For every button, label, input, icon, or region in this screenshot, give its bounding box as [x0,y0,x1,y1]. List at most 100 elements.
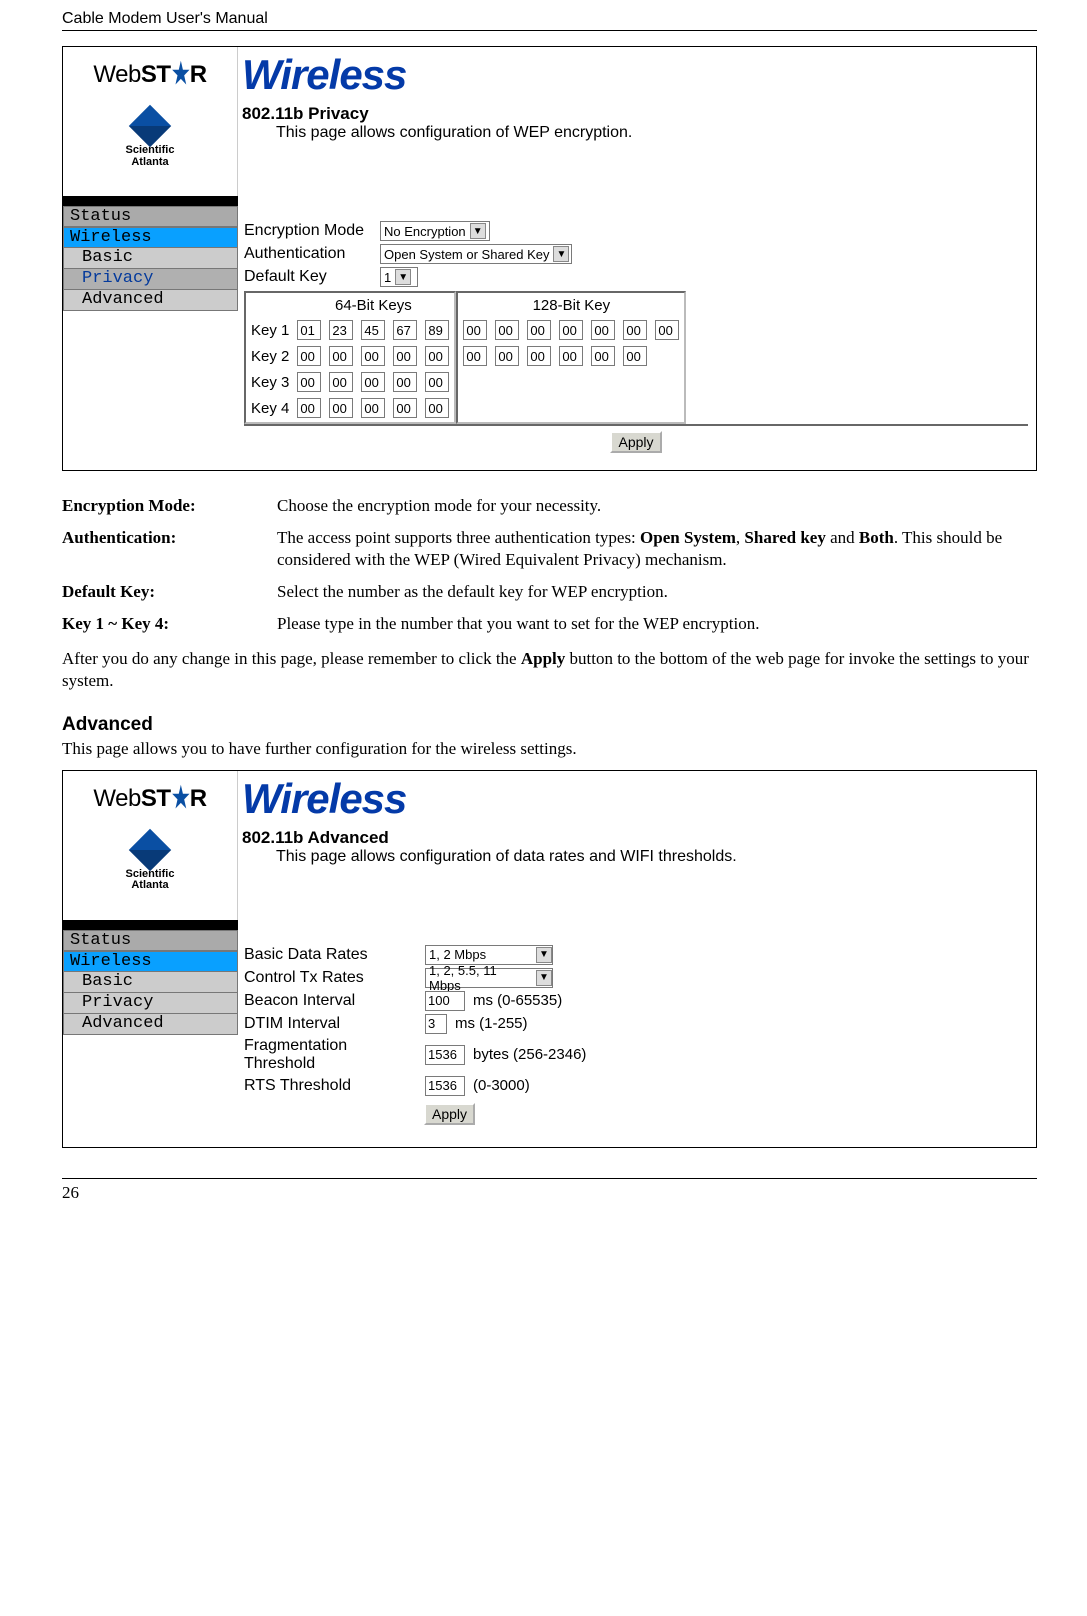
chevron-down-icon: ▼ [536,970,552,986]
nav-basic[interactable]: Basic [63,972,238,993]
keys-128bit-table: 128-Bit Key 00 00 00 00 00 00 00 00 00 0… [456,291,686,424]
rts-threshold-label: RTS Threshold [244,1077,419,1095]
key4-64-5[interactable]: 00 [425,398,449,418]
chevron-down-icon: ▼ [536,947,552,963]
key2-128-3[interactable]: 00 [527,346,551,366]
beacon-interval-input[interactable]: 100 [425,991,465,1011]
nav-privacy[interactable]: Privacy [63,269,238,290]
def-term-keys14: Key 1 ~ Key 4: [62,613,277,635]
key4-64-2[interactable]: 00 [329,398,353,418]
key2-64-2[interactable]: 00 [329,346,353,366]
key1-128-7[interactable]: 00 [655,320,679,340]
nav-advanced[interactable]: Advanced [63,1014,238,1035]
sa-brand-text: ScientificAtlanta [69,145,231,168]
dtim-interval-input[interactable]: 3 [425,1014,447,1034]
encryption-mode-label: Encryption Mode [244,222,374,240]
key2-128-6[interactable]: 00 [623,346,647,366]
key2-64-1[interactable]: 00 [297,346,321,366]
basic-data-rates-label: Basic Data Rates [244,946,419,964]
page-title: Wireless [238,47,1036,101]
control-tx-rates-select[interactable]: 1, 2, 5.5, 11 Mbps ▼ [425,968,553,988]
rts-threshold-input[interactable]: 1536 [425,1076,465,1096]
nav-status[interactable]: Status [63,206,238,227]
frag-threshold-label: Fragmentation Threshold [244,1037,419,1073]
rts-threshold-hint: (0-3000) [473,1077,530,1094]
keys-64bit-table: 64-Bit Keys Key 1 01 23 45 67 89 Key 2 0… [244,291,456,424]
dtim-interval-label: DTIM Interval [244,1015,419,1033]
key2-128-2[interactable]: 00 [495,346,519,366]
key1-128-6[interactable]: 00 [623,320,647,340]
page-subtitle: 802.11b Advanced [238,825,1036,848]
key1-128-1[interactable]: 00 [463,320,487,340]
page-subtitle: 802.11b Privacy [238,101,1036,124]
apply-reminder: After you do any change in this page, pl… [62,648,1037,692]
star-icon: ★ [171,784,188,813]
authentication-select[interactable]: Open System or Shared Key ▼ [380,244,572,264]
key1-128-4[interactable]: 00 [559,320,583,340]
nav-advanced[interactable]: Advanced [63,290,238,311]
frag-threshold-hint: bytes (256-2346) [473,1046,586,1063]
page-description: This page allows configuration of WEP en… [238,124,1036,142]
authentication-label: Authentication [244,245,374,263]
def-term-encryption: Encryption Mode: [62,495,277,517]
screenshot-advanced: WebST★R ScientificAtlanta Wireless 802.1… [62,770,1037,1148]
key2-64-4[interactable]: 00 [393,346,417,366]
def-val-keys14: Please type in the number that you want … [277,613,1037,635]
page-header: Cable Modem User's Manual [62,10,1037,31]
advanced-intro: This page allows you to have further con… [62,738,1037,760]
chevron-down-icon: ▼ [553,246,569,262]
key2-64-3[interactable]: 00 [361,346,385,366]
apply-button[interactable]: Apply [610,431,661,453]
nav-wireless[interactable]: Wireless [63,951,238,972]
section-advanced-heading: Advanced [62,714,1037,736]
sa-diamond-icon [129,829,171,871]
nav-privacy[interactable]: Privacy [63,993,238,1014]
frag-threshold-input[interactable]: 1536 [425,1045,465,1065]
key2-64-5[interactable]: 00 [425,346,449,366]
basic-data-rates-select[interactable]: 1, 2 Mbps ▼ [425,945,553,965]
control-tx-rates-label: Control Tx Rates [244,969,419,987]
page-title: Wireless [238,771,1036,825]
nav-wireless[interactable]: Wireless [63,227,238,248]
dtim-interval-hint: ms (1-255) [455,1015,528,1032]
default-key-select[interactable]: 1 ▼ [380,267,418,287]
key4-64-1[interactable]: 00 [297,398,321,418]
key1-128-3[interactable]: 00 [527,320,551,340]
page-description: This page allows configuration of data r… [238,848,1036,866]
key4-64-4[interactable]: 00 [393,398,417,418]
apply-button[interactable]: Apply [424,1103,475,1125]
webstar-logo: WebST★R [69,57,231,97]
key3-64-3[interactable]: 00 [361,372,385,392]
screenshot-privacy: WebST★R ScientificAtlanta Wireless 802.1… [62,46,1037,471]
key1-64-5[interactable]: 89 [425,320,449,340]
key1-64-3[interactable]: 45 [361,320,385,340]
nav-status[interactable]: Status [63,930,238,951]
brand-logo-area: WebST★R ScientificAtlanta [63,47,238,196]
key2-128-5[interactable]: 00 [591,346,615,366]
key1-128-5[interactable]: 00 [591,320,615,340]
webstar-logo: WebST★R [69,781,231,821]
key3-64-2[interactable]: 00 [329,372,353,392]
chevron-down-icon: ▼ [470,223,486,239]
sa-brand-text: ScientificAtlanta [69,869,231,892]
key2-128-4[interactable]: 00 [559,346,583,366]
nav-basic[interactable]: Basic [63,248,238,269]
key3-64-4[interactable]: 00 [393,372,417,392]
star-icon: ★ [171,60,188,89]
beacon-interval-label: Beacon Interval [244,992,419,1010]
definitions-list: Encryption Mode: Choose the encryption m… [62,495,1037,635]
encryption-mode-select[interactable]: No Encryption ▼ [380,221,490,241]
key3-64-5[interactable]: 00 [425,372,449,392]
key1-128-2[interactable]: 00 [495,320,519,340]
def-val-authentication: The access point supports three authenti… [277,527,1037,571]
key4-64-3[interactable]: 00 [361,398,385,418]
def-val-encryption: Choose the encryption mode for your nece… [277,495,1037,517]
key1-64-4[interactable]: 67 [393,320,417,340]
brand-logo-area: WebST★R ScientificAtlanta [63,771,238,920]
key1-64-2[interactable]: 23 [329,320,353,340]
def-term-default-key: Default Key: [62,581,277,603]
def-val-default-key: Select the number as the default key for… [277,581,1037,603]
key2-128-1[interactable]: 00 [463,346,487,366]
key1-64-1[interactable]: 01 [297,320,321,340]
key3-64-1[interactable]: 00 [297,372,321,392]
